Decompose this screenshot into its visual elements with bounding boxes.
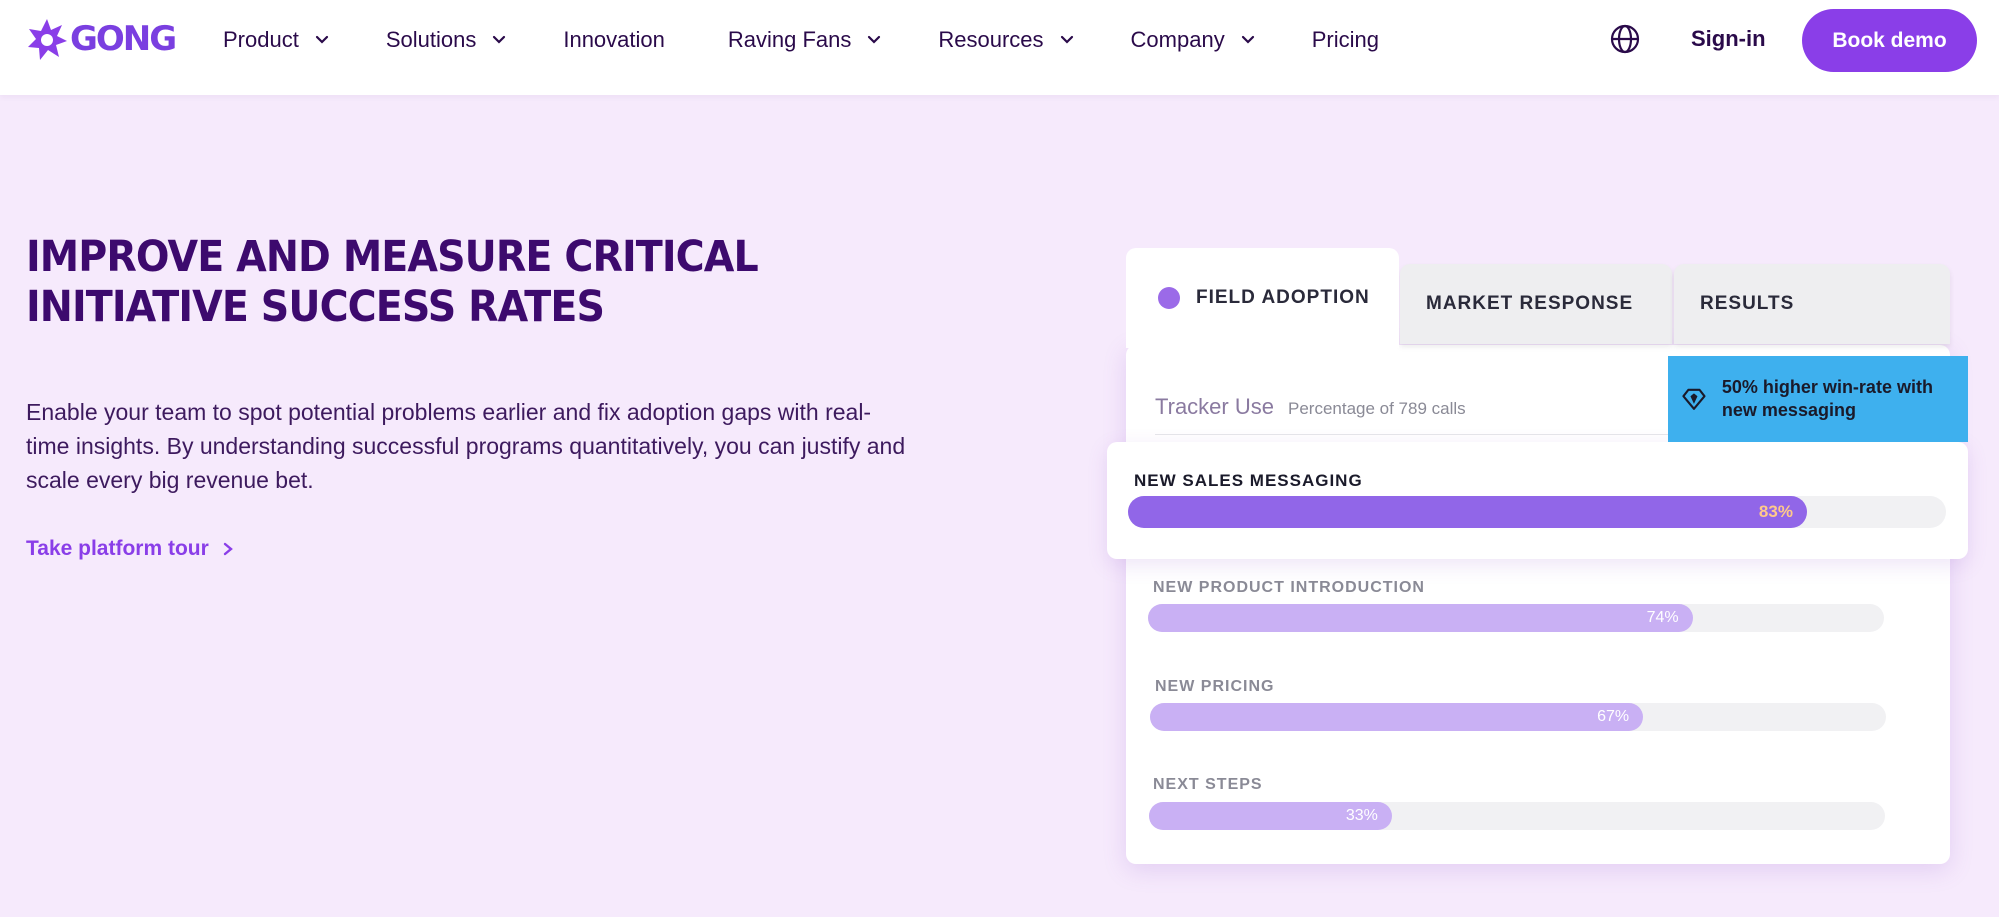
nav-product[interactable]: Product — [223, 27, 331, 53]
bar-value: 83% — [1758, 502, 1793, 521]
divider — [1155, 434, 1675, 435]
chevron-down-icon — [493, 35, 506, 44]
bar-value: 67% — [1597, 708, 1630, 725]
tour-link-label: Take platform tour — [26, 537, 209, 560]
nav-label: Resources — [938, 27, 1044, 52]
signin-link[interactable]: Sign-in — [1691, 26, 1766, 52]
bar-value: 74% — [1646, 609, 1679, 626]
active-dot-icon — [1158, 287, 1180, 309]
nav-pricing[interactable]: Pricing — [1312, 27, 1379, 53]
insight-callout: 50% higher win-rate with new messaging — [1668, 356, 1968, 442]
nav-label: Product — [223, 27, 299, 52]
chevron-down-icon — [315, 35, 328, 44]
bar-track: 33% — [1149, 802, 1885, 830]
nav-label: Solutions — [385, 27, 477, 52]
hero-description: Enable your team to spot potential probl… — [26, 399, 906, 493]
tab-results[interactable]: RESULTS — [1674, 264, 1950, 344]
bar-fill: 83% — [1128, 496, 1807, 528]
gong-logo[interactable]: GONG — [26, 17, 177, 61]
chevron-down-icon — [1241, 35, 1254, 44]
insight-text: 50% higher win-rate with new messaging — [1721, 377, 1933, 420]
bar-value: 33% — [1345, 807, 1378, 824]
nav-company[interactable]: Company — [1131, 27, 1257, 53]
bar-label: NEW SALES MESSAGING — [1134, 471, 1363, 490]
chevron-down-icon — [1060, 35, 1073, 44]
logo-wordmark: GONG — [70, 19, 177, 59]
bar-label: NEW PRICING — [1155, 678, 1275, 695]
globe-icon[interactable] — [1609, 23, 1641, 55]
nav-label: Company — [1130, 27, 1225, 52]
nav-label: Innovation — [563, 27, 665, 52]
nav-label: Raving Fans — [727, 27, 852, 52]
nav-resources[interactable]: Resources — [938, 27, 1075, 53]
tab-field-adoption[interactable]: FIELD ADOPTION — [1126, 248, 1399, 348]
tab-label: RESULTS — [1700, 293, 1795, 314]
bar-fill: 67% — [1150, 703, 1644, 731]
tracker-subtitle: Percentage of 789 calls — [1287, 399, 1466, 418]
bar-label: NEW PRODUCT INTRODUCTION — [1153, 579, 1425, 596]
bar-fill: 33% — [1149, 802, 1392, 830]
nav-innovation[interactable]: Innovation — [563, 27, 665, 53]
tracker-header: Tracker Use Percentage of 789 calls — [1155, 394, 1466, 420]
starburst-icon — [28, 19, 67, 60]
bar-track: 67% — [1150, 703, 1886, 731]
tab-label: FIELD ADOPTION — [1196, 287, 1370, 308]
bar-label: NEXT STEPS — [1153, 776, 1263, 793]
nav-solutions[interactable]: Solutions — [386, 27, 509, 53]
book-demo-button[interactable]: Book demo — [1802, 9, 1977, 72]
platform-tour-link[interactable]: Take platform tour — [26, 537, 235, 561]
diamond-icon — [1682, 388, 1706, 410]
main-menu: Product Solutions Innovation Raving Fans… — [223, 0, 1379, 80]
bar-track: 74% — [1148, 604, 1884, 632]
tracker-title: Tracker Use — [1155, 394, 1274, 419]
tab-label: MARKET RESPONSE — [1426, 293, 1634, 314]
nav-raving-fans[interactable]: Raving Fans — [728, 27, 884, 53]
bar-track: 83% — [1128, 496, 1946, 528]
chevron-down-icon — [868, 35, 881, 44]
tab-market-response[interactable]: MARKET RESPONSE — [1400, 264, 1672, 344]
nav-label: Pricing — [1311, 27, 1379, 52]
bar-fill: 74% — [1148, 604, 1693, 632]
top-navigation: GONG Product Solutions Innovation Raving… — [0, 0, 1999, 95]
hero-title: IMPROVE AND MEASURE CRITICAL INITIATIVE … — [26, 232, 759, 332]
chevron-right-icon — [223, 542, 233, 556]
